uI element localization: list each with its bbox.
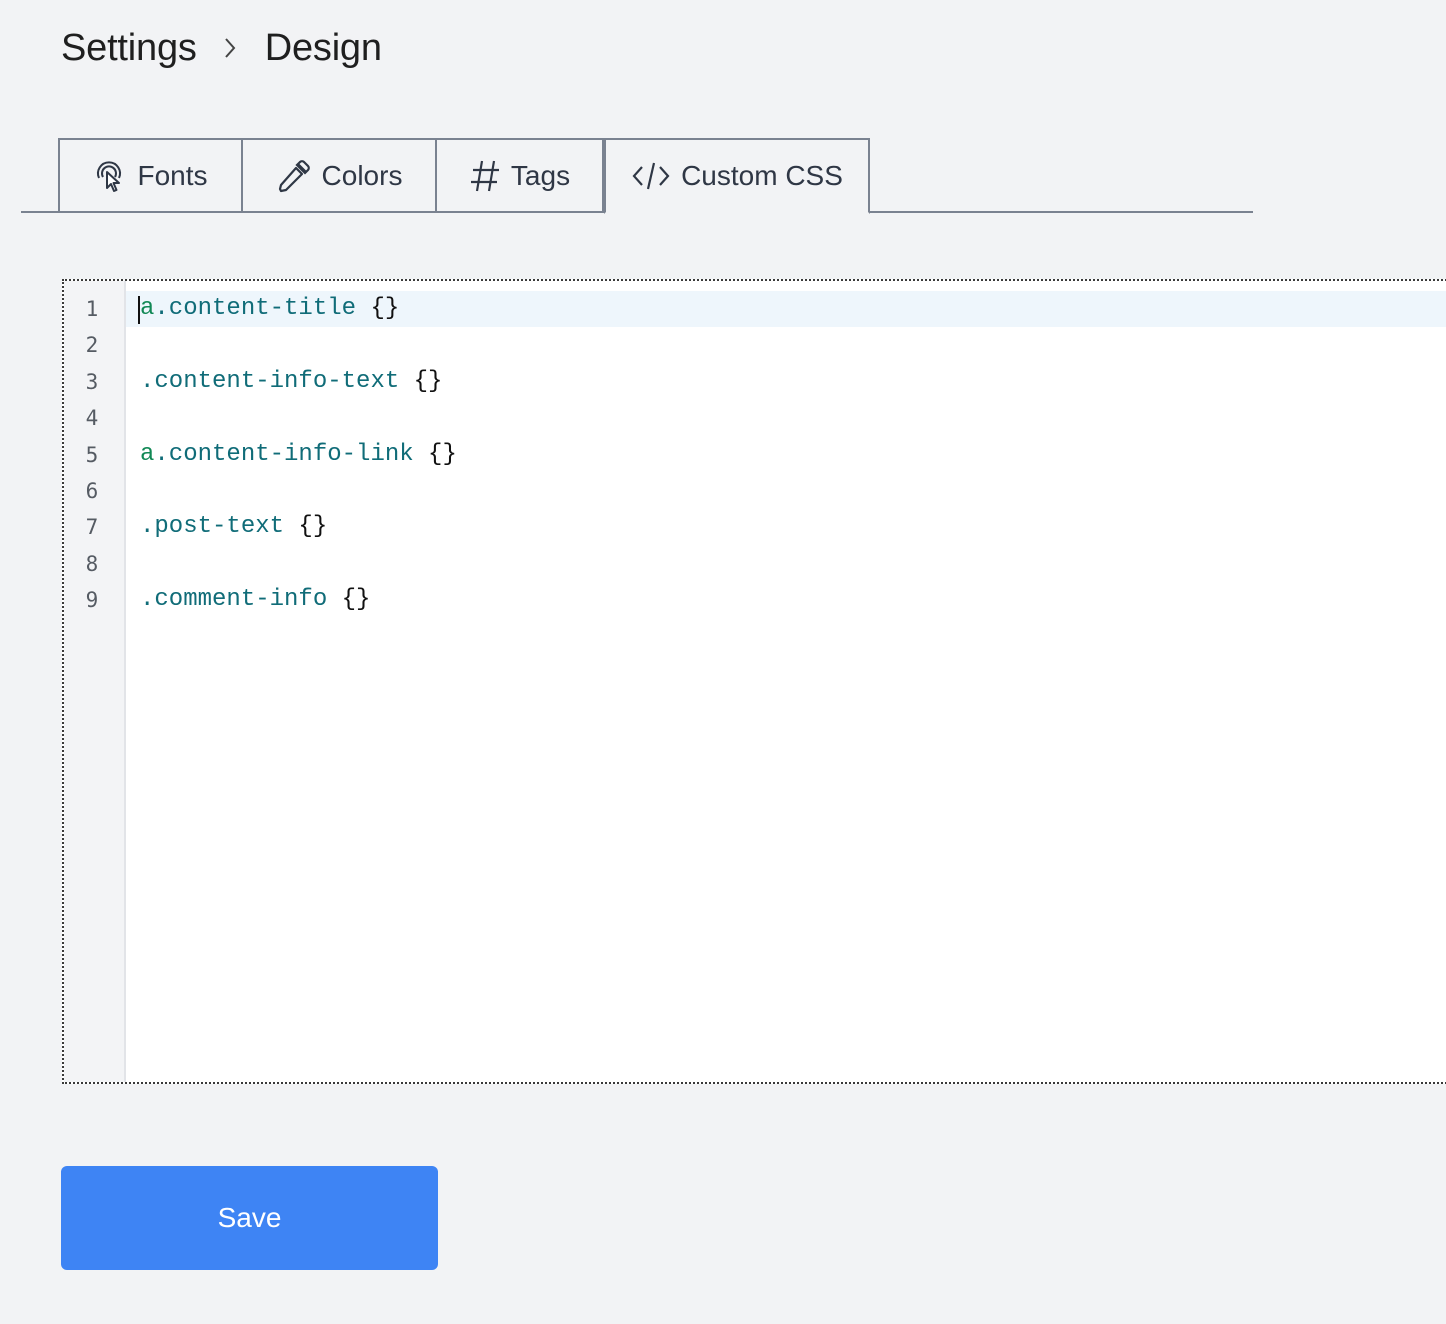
line-number: 7 <box>85 515 99 539</box>
css-class-token: .content-info-link <box>154 441 414 468</box>
breadcrumb: Settings Design <box>61 22 382 74</box>
design-tabs: Fonts Colors Tags Custom CSS <box>21 138 1253 214</box>
line-number: 4 <box>85 406 99 430</box>
hash-icon <box>469 158 501 194</box>
css-brace-token: {} <box>284 513 328 540</box>
page-title: Design <box>264 26 382 69</box>
css-class-token: .comment-info <box>140 586 328 613</box>
tab-fonts-label: Fonts <box>137 159 208 191</box>
fonts-icon <box>93 158 127 194</box>
chevron-right-icon <box>223 36 237 60</box>
css-brace-token: {} <box>413 441 457 468</box>
breadcrumb-settings-link[interactable]: Settings <box>61 27 197 70</box>
css-brace-token: {} <box>327 586 371 613</box>
css-tag-token: a <box>140 441 155 468</box>
code-line[interactable]: .content-info-text {} <box>140 364 442 400</box>
css-class-token: .content-info-text <box>140 368 400 395</box>
line-number: 3 <box>85 370 99 394</box>
eyedropper-icon <box>276 158 312 194</box>
code-icon <box>631 160 671 192</box>
tab-colors-label: Colors <box>321 159 403 191</box>
tab-custom-css[interactable]: Custom CSS <box>604 138 870 214</box>
code-line[interactable]: a.content-title {} <box>140 291 399 327</box>
css-code-editor[interactable]: 1 2 3 4 5 6 7 8 9 a.content-title {} .co… <box>62 279 1446 1084</box>
css-class-token: .post-text <box>140 513 285 540</box>
line-number: 5 <box>85 443 99 467</box>
tab-tags-label: Tags <box>510 159 571 191</box>
code-line[interactable]: .comment-info {} <box>140 582 370 618</box>
line-number: 8 <box>85 552 99 576</box>
line-number: 2 <box>85 333 99 357</box>
tab-colors[interactable]: Colors <box>241 138 437 213</box>
css-brace-token: {} <box>356 295 400 322</box>
code-line[interactable]: .post-text {} <box>140 509 327 545</box>
tab-custom-css-label: Custom CSS <box>681 160 843 191</box>
tab-tags[interactable]: Tags <box>435 138 604 213</box>
css-brace-token: {} <box>399 368 443 395</box>
css-tag-token: a <box>140 295 155 322</box>
css-class-token: .content-title <box>154 295 357 322</box>
save-button[interactable]: Save <box>61 1166 438 1270</box>
tab-fonts[interactable]: Fonts <box>58 138 243 213</box>
code-line[interactable]: a.content-info-link {} <box>140 437 457 473</box>
line-number: 6 <box>85 479 99 503</box>
line-number: 9 <box>85 588 99 612</box>
line-number: 1 <box>85 297 99 321</box>
text-cursor <box>138 296 140 324</box>
